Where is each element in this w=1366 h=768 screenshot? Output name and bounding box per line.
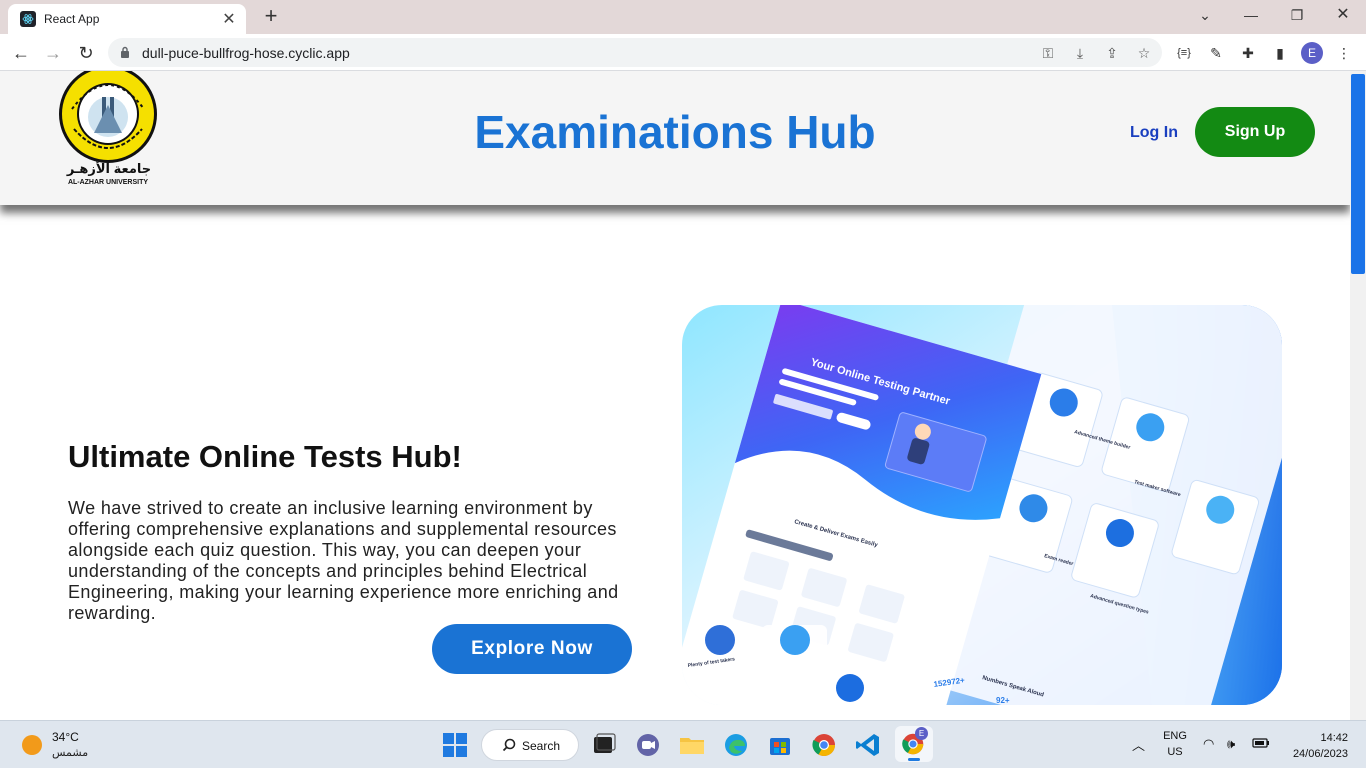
close-tab-icon[interactable]: ✕ [220, 9, 238, 29]
hero-illustration: Your Online Testing Partner Create & Del… [682, 305, 1282, 705]
url-text: dull-puce-bullfrog-hose.cyclic.app [142, 45, 350, 61]
weather-description[interactable]: مشمس [52, 746, 88, 759]
language-code[interactable]: ENG [1160, 730, 1190, 742]
clock-time: 14:42 [1320, 732, 1348, 744]
install-icon[interactable]: ⤓ [1070, 43, 1090, 63]
hero-description: We have strived to create an inclusive l… [68, 498, 619, 623]
key-icon[interactable]: ⚿ [1038, 43, 1058, 63]
share-icon[interactable]: ⇪ [1102, 43, 1122, 63]
minimize-button[interactable]: — [1231, 4, 1271, 26]
tab-title: React App [44, 12, 100, 26]
search-icon [502, 738, 516, 752]
battery-icon[interactable] [1252, 737, 1270, 752]
file-explorer-icon[interactable] [677, 730, 707, 760]
back-button[interactable]: ← [8, 40, 34, 66]
chrome-icon[interactable] [809, 730, 839, 760]
illustration-stat-2: 92+ [996, 696, 1010, 705]
microsoft-store-icon[interactable] [765, 730, 795, 760]
restore-button[interactable]: ❐ [1277, 4, 1317, 26]
eyedropper-icon[interactable]: ✎ [1205, 42, 1227, 64]
active-app-indicator [908, 758, 920, 761]
wifi-icon[interactable]: ◠ [1203, 736, 1214, 752]
scrollbar-thumb[interactable] [1351, 74, 1365, 274]
show-hidden-icons-chevron-icon[interactable]: ︿ [1132, 735, 1145, 754]
lock-icon [121, 46, 129, 58]
explore-now-button[interactable]: Explore Now [432, 624, 632, 674]
profile-avatar[interactable]: E [1301, 42, 1323, 64]
task-view-icon[interactable] [589, 730, 619, 760]
taskbar-search[interactable]: Search [481, 729, 579, 761]
side-panel-icon[interactable]: ▮ [1269, 42, 1291, 64]
browser-tab[interactable]: React App ✕ [8, 4, 246, 34]
vscode-icon[interactable] [853, 730, 883, 760]
windows-taskbar: 34°C مشمس Search E ︿ ENG US ◠ 🕪 14:42 24 [0, 720, 1366, 768]
logo-arabic-text: جامعة الأزهـر [66, 161, 152, 176]
edge-browser-icon[interactable] [721, 730, 751, 760]
address-bar[interactable]: dull-puce-bullfrog-hose.cyclic.app ⚿ ⤓ ⇪… [108, 38, 1162, 67]
weather-temperature[interactable]: 34°C [52, 730, 79, 744]
page-scrollbar[interactable] [1350, 71, 1366, 720]
site-header: جامعة الأزهـر AL-AZHAR UNIVERSITY Examin… [0, 71, 1350, 205]
clock-date: 24/06/2023 [1292, 748, 1348, 760]
extensions-puzzle-icon[interactable]: ✚ [1237, 42, 1259, 64]
system-clock[interactable]: 14:42 24/06/2023 [1293, 730, 1348, 762]
windows-start-icon[interactable] [440, 730, 470, 760]
page-viewport: جامعة الأزهـر AL-AZHAR UNIVERSITY Examin… [0, 71, 1366, 720]
react-icon [20, 11, 36, 27]
chrome-profile-active-icon[interactable]: E [895, 726, 933, 762]
sun-weather-icon[interactable] [22, 735, 42, 755]
profile-badge: E [915, 727, 928, 740]
login-link[interactable]: Log In [1130, 124, 1178, 142]
browser-tab-bar: React App ✕ + ⌄ — ❐ ✕ [0, 0, 1366, 34]
new-tab-button[interactable]: + [258, 4, 284, 30]
hero-title: Ultimate Online Tests Hub! [68, 439, 462, 474]
testing-platform-mockup-illustration: Your Online Testing Partner Create & Del… [682, 305, 1282, 705]
language-region[interactable]: US [1160, 746, 1190, 758]
close-window-button[interactable]: ✕ [1323, 4, 1363, 26]
forward-button[interactable]: → [40, 40, 66, 66]
logo-english-text: AL-AZHAR UNIVERSITY [67, 179, 149, 186]
reload-button[interactable]: ↻ [73, 40, 99, 66]
browser-toolbar: ← → ↻ dull-puce-bullfrog-hose.cyclic.app… [0, 34, 1366, 71]
json-extension-icon[interactable]: {≡} [1173, 42, 1195, 64]
volume-icon[interactable]: 🕪 [1227, 736, 1235, 752]
signup-button[interactable]: Sign Up [1195, 107, 1315, 157]
tab-search-icon[interactable]: ⌄ [1185, 4, 1225, 26]
bookmark-star-icon[interactable]: ☆ [1134, 43, 1154, 63]
menu-kebab-icon[interactable]: ⋮ [1333, 42, 1355, 64]
search-label: Search [522, 739, 561, 753]
teams-chat-icon[interactable] [633, 730, 663, 760]
